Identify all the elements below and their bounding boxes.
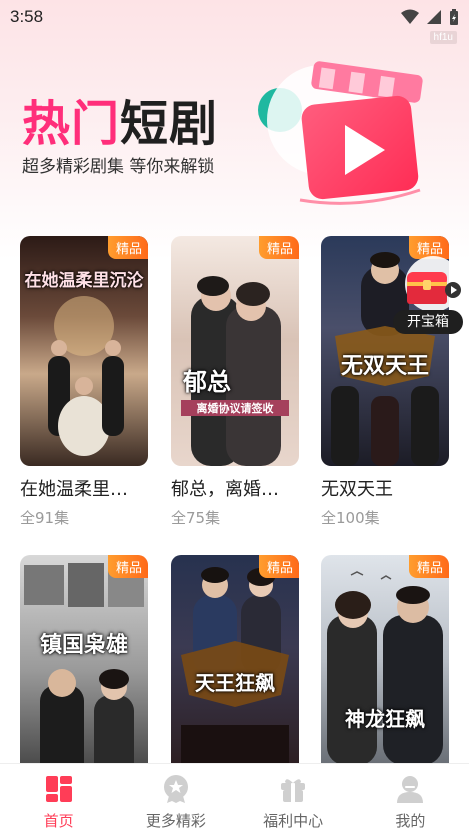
status-bar: 3:58: [0, 0, 469, 34]
gift-icon: [281, 779, 306, 802]
premium-badge: 精品: [408, 555, 449, 578]
page-title: 热门短剧: [22, 84, 218, 154]
premium-badge: 精品: [258, 555, 299, 578]
debug-tag: hf1u: [429, 31, 457, 44]
user-icon: [397, 776, 424, 803]
title-main: 短剧: [120, 96, 219, 152]
drama-title: 在她温柔里…: [20, 479, 128, 500]
title-highlight: 热门: [22, 96, 121, 152]
star-badge-icon: [163, 775, 188, 803]
poster-title: 神龙狂飙: [345, 707, 425, 731]
page-subtitle: 超多精彩剧集 等你来解锁: [22, 157, 215, 177]
signal-icon: [427, 10, 441, 24]
poster-art: [327, 571, 443, 765]
status-icons: [401, 9, 459, 25]
tab-profile[interactable]: 我的: [352, 764, 469, 835]
episode-count: 全91集: [20, 509, 70, 527]
premium-badge: 精品: [107, 555, 148, 578]
drama-card[interactable]: 郁总 离婚协议请签收 精品 郁总，离婚… 全75集: [171, 236, 299, 528]
battery-icon: [450, 9, 458, 25]
poster-art: [24, 563, 144, 785]
poster-title: 在她温柔里沉沦: [24, 271, 144, 291]
open-treasure-chest-button[interactable]: 开宝箱: [393, 254, 463, 334]
drama-title: 无双天王: [321, 479, 393, 500]
treasure-chest-icon: [405, 256, 461, 312]
tab-more[interactable]: 更多精彩: [117, 764, 234, 835]
episode-count: 全100集: [321, 509, 380, 527]
bottom-tab-bar: 首页 更多精彩 福利中心 我的: [0, 763, 469, 835]
drama-poster[interactable]: 郁总 离婚协议请签收 精品: [171, 236, 299, 466]
tab-label: 福利中心: [263, 812, 324, 830]
home-grid-icon: [45, 776, 72, 802]
drama-poster[interactable]: 天王狂飙 精品: [171, 555, 299, 785]
drama-poster[interactable]: 在她温柔里沉沦 精品: [20, 236, 148, 466]
episode-count: 全75集: [171, 509, 221, 527]
drama-title: 郁总，离婚…: [171, 479, 279, 500]
drama-poster[interactable]: 镇国枭雄 精品: [20, 555, 148, 785]
drama-card[interactable]: 天王狂飙 精品: [171, 555, 299, 785]
tab-label: 首页: [43, 812, 74, 830]
poster-title: 天王狂飙: [195, 671, 275, 695]
status-time: 3:58: [10, 7, 44, 26]
poster-title: 镇国枭雄: [39, 632, 128, 658]
wifi-icon: [401, 9, 419, 24]
poster-title: 郁总: [183, 367, 231, 396]
drama-poster[interactable]: 神龙狂飙 精品: [321, 555, 449, 785]
poster-art: [191, 276, 281, 466]
drama-card[interactable]: 神龙狂飙 精品: [321, 555, 449, 785]
chest-label: 开宝箱: [393, 310, 463, 334]
drama-card[interactable]: 在她温柔里沉沦 精品 在她温柔里… 全91集: [20, 236, 148, 528]
tab-label: 更多精彩: [145, 812, 206, 830]
poster-title: 无双天王: [340, 353, 429, 379]
tab-home[interactable]: 首页: [0, 764, 117, 835]
drama-card[interactable]: 镇国枭雄 精品: [20, 555, 148, 785]
premium-badge: 精品: [107, 236, 148, 259]
poster-subtitle: 离婚协议请签收: [181, 400, 289, 416]
tab-welfare[interactable]: 福利中心: [235, 764, 352, 835]
play-clapper-illustration: [258, 61, 423, 205]
premium-badge: 精品: [258, 236, 299, 259]
tab-label: 我的: [395, 812, 426, 830]
